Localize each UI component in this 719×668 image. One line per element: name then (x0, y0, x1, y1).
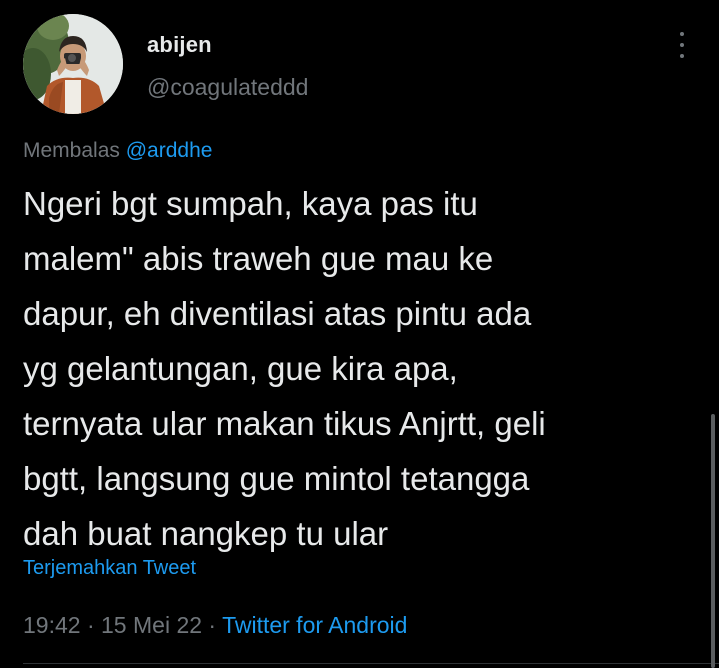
divider (23, 663, 719, 664)
display-name[interactable]: abijen (147, 32, 212, 58)
reply-mention-link[interactable]: @arddhe (126, 139, 213, 162)
more-dot (680, 32, 684, 36)
avatar-photo (23, 14, 123, 114)
avatar[interactable] (23, 14, 123, 114)
scrollbar[interactable] (711, 414, 715, 668)
reply-context: Membalas @arddhe (23, 139, 212, 163)
user-handle[interactable]: @coagulateddd (147, 74, 308, 101)
more-dot (680, 54, 684, 58)
tweet-detail: abijen @coagulateddd Membalas @arddhe Ng… (0, 0, 719, 668)
more-vertical-icon[interactable] (672, 32, 692, 58)
tweet-text: Ngeri bgt sumpah, kaya pas itu malem" ab… (23, 185, 546, 552)
more-dot (680, 43, 684, 47)
tweet-time[interactable]: 19:42 (23, 612, 81, 638)
reply-prefix: Membalas (23, 139, 120, 162)
tweet-source-link[interactable]: Twitter for Android (222, 612, 407, 638)
translate-tweet-link[interactable]: Terjemahkan Tweet (23, 557, 196, 580)
meta-separator: · (80, 612, 102, 638)
tweet-date[interactable]: 15 Mei 22 (101, 612, 202, 638)
tweet-metadata: 19:42 · 15 Mei 22 · Twitter for Android (23, 612, 407, 639)
meta-separator: · (202, 612, 223, 638)
